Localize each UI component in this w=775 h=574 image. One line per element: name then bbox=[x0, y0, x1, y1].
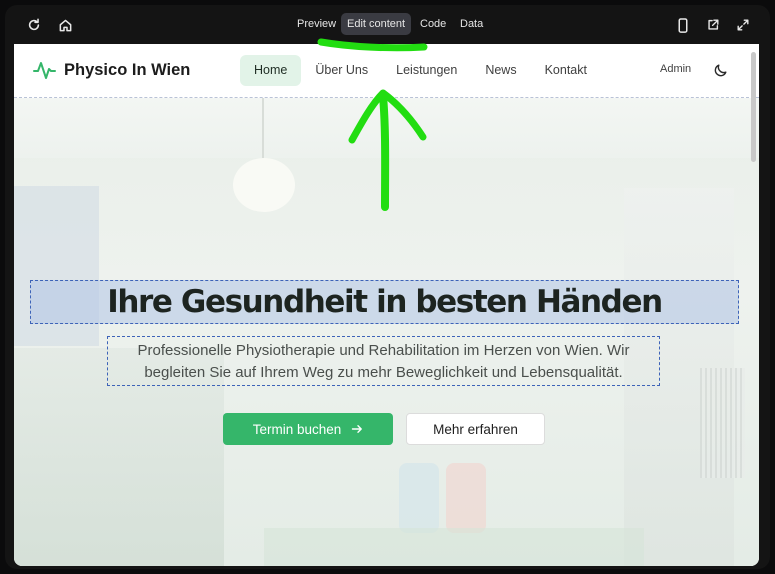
tab-edit-content[interactable]: Edit content bbox=[341, 13, 412, 35]
top-toolbar: Preview Edit content Code Data bbox=[5, 5, 770, 45]
site-logo[interactable]: Physico In Wien bbox=[33, 60, 190, 80]
mobile-icon[interactable] bbox=[672, 14, 694, 36]
expand-icon[interactable] bbox=[732, 14, 754, 36]
nav-kontakt[interactable]: Kontakt bbox=[531, 55, 601, 86]
moon-icon[interactable] bbox=[713, 62, 729, 78]
nav-home[interactable]: Home bbox=[240, 55, 302, 86]
hero-subtitle[interactable]: Professionelle Physiotherapie und Rehabi… bbox=[107, 336, 660, 386]
nav-ueber-uns[interactable]: Über Uns bbox=[301, 55, 382, 86]
main-nav: Home Über Uns Leistungen News Kontakt bbox=[240, 55, 601, 86]
hero-background-lamp bbox=[233, 158, 295, 212]
refresh-icon[interactable] bbox=[23, 14, 45, 36]
site-logo-text: Physico In Wien bbox=[64, 60, 191, 79]
book-appointment-button[interactable]: Termin buchen bbox=[223, 413, 393, 445]
hero-background-floor bbox=[264, 528, 644, 566]
arrow-right-icon bbox=[352, 425, 363, 433]
admin-link[interactable]: Admin bbox=[660, 63, 691, 75]
learn-more-button[interactable]: Mehr erfahren bbox=[406, 413, 545, 445]
external-link-icon[interactable] bbox=[702, 14, 724, 36]
scrollbar-thumb[interactable] bbox=[751, 52, 756, 162]
hero-background-chair-pink bbox=[446, 463, 486, 533]
pulse-logo-icon bbox=[33, 62, 56, 79]
home-icon[interactable] bbox=[54, 14, 76, 36]
tab-code[interactable]: Code bbox=[414, 13, 452, 35]
nav-news[interactable]: News bbox=[471, 55, 530, 86]
hero-background-ceiling bbox=[14, 98, 759, 158]
tab-preview[interactable]: Preview bbox=[291, 13, 342, 35]
hero-background-chair-blue bbox=[399, 463, 439, 533]
hero-subtitle-line-2: begleiten Sie auf Ihrem Weg zu mehr Bewe… bbox=[144, 364, 623, 381]
site-navbar: Physico In Wien Home Über Uns Leistungen… bbox=[14, 44, 759, 98]
book-appointment-label: Termin buchen bbox=[252, 421, 342, 437]
hero-headline[interactable]: Ihre Gesundheit in besten Händen bbox=[30, 280, 739, 324]
tab-data[interactable]: Data bbox=[454, 13, 489, 35]
hero-section: Ihre Gesundheit in besten Händen Profess… bbox=[14, 98, 759, 566]
hero-subtitle-line-1: Professionelle Physiotherapie und Rehabi… bbox=[137, 342, 630, 359]
hero-background-radiator bbox=[700, 368, 745, 478]
app-frame: Preview Edit content Code Data Physico I… bbox=[5, 5, 770, 569]
hero-background-lamp-cord bbox=[262, 98, 264, 158]
page-scrollbar[interactable] bbox=[748, 44, 759, 566]
site-preview: Physico In Wien Home Über Uns Leistungen… bbox=[14, 44, 759, 566]
nav-leistungen[interactable]: Leistungen bbox=[382, 55, 471, 86]
